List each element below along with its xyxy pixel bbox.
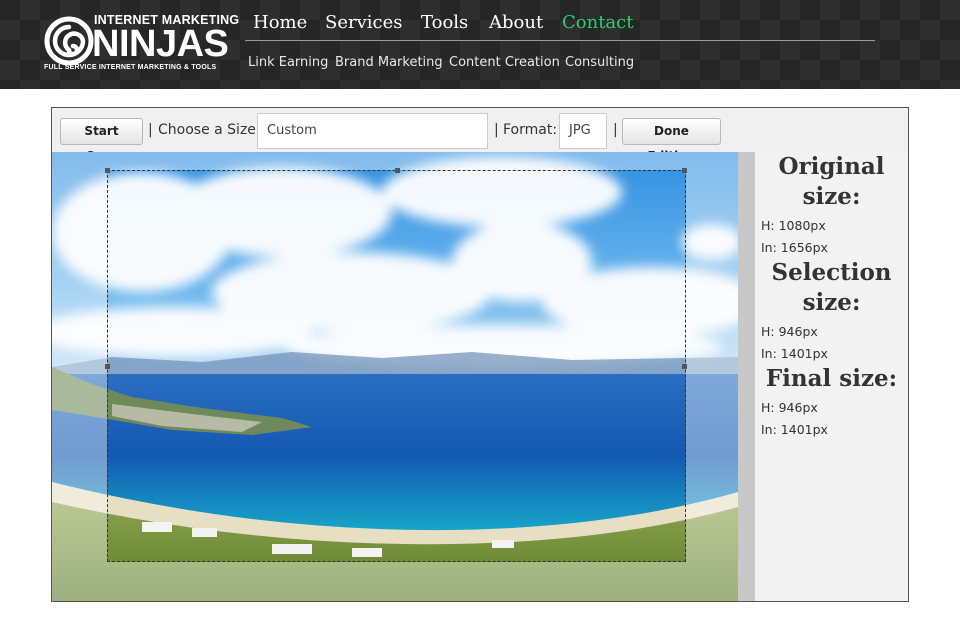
nav-tools[interactable]: Tools: [421, 12, 468, 33]
subnav-consulting[interactable]: Consulting: [565, 55, 634, 70]
crop-handle-right[interactable]: [682, 364, 687, 369]
start-over-button[interactable]: Start Over: [60, 118, 143, 163]
toolbar-separator: |: [494, 122, 499, 138]
logo[interactable]: INTERNET MARKETING NINJAS FULL SERVICE I…: [44, 12, 239, 74]
subnav-brand-marketing[interactable]: Brand Marketing: [335, 55, 443, 70]
size-info-panel: Original size: H: 1080px In: 1656px Sele…: [755, 152, 908, 601]
selection-height: H: 946px: [761, 324, 818, 339]
size-select[interactable]: Custom: [257, 113, 488, 149]
selection-size-heading: Selection size:: [771, 259, 892, 316]
original-height: H: 1080px: [761, 218, 826, 233]
subnav-content-creation[interactable]: Content Creation: [449, 55, 560, 70]
nav-services[interactable]: Services: [325, 12, 402, 33]
original-size-heading: Original size:: [778, 153, 885, 210]
toolbar-separator: |: [613, 122, 618, 138]
main-nav: Home Services Tools About Contact: [245, 12, 875, 41]
crop-handle-left[interactable]: [105, 364, 110, 369]
logo-tagline: FULL SERVICE INTERNET MARKETING & TOOLS: [44, 64, 217, 71]
subnav-link-earning[interactable]: Link Earning: [248, 55, 328, 70]
size-label: Choose a Size:: [158, 122, 261, 138]
photo-canvas[interactable]: [52, 152, 738, 601]
crop-handle-top[interactable]: [395, 168, 400, 173]
done-editing-button[interactable]: Done Editing: [622, 118, 721, 163]
format-label: Format:: [503, 122, 558, 138]
crop-selection[interactable]: [105, 168, 687, 562]
nav-home[interactable]: Home: [253, 12, 307, 33]
site-header: INTERNET MARKETING NINJAS FULL SERVICE I…: [0, 0, 960, 89]
toolbar-separator: |: [148, 122, 153, 138]
crop-handle-top-left[interactable]: [105, 168, 110, 173]
selection-width: In: 1401px: [761, 346, 828, 361]
logo-line2: NINJAS: [92, 23, 229, 65]
nav-contact[interactable]: Contact: [562, 12, 633, 33]
final-height: H: 946px: [761, 400, 818, 415]
ninja-swirl-icon: [44, 16, 94, 66]
format-select[interactable]: JPG: [559, 113, 607, 149]
editor-toolbar: Start Over | Choose a Size: Custom | For…: [52, 108, 908, 163]
crop-handle-top-right[interactable]: [682, 168, 687, 173]
image-editor: Start Over | Choose a Size: Custom | For…: [51, 107, 909, 602]
vertical-scrollbar[interactable]: [738, 152, 755, 601]
nav-about[interactable]: About: [489, 12, 543, 33]
original-width: In: 1656px: [761, 240, 828, 255]
final-width: In: 1401px: [761, 422, 828, 437]
final-size-heading: Final size:: [765, 365, 898, 392]
